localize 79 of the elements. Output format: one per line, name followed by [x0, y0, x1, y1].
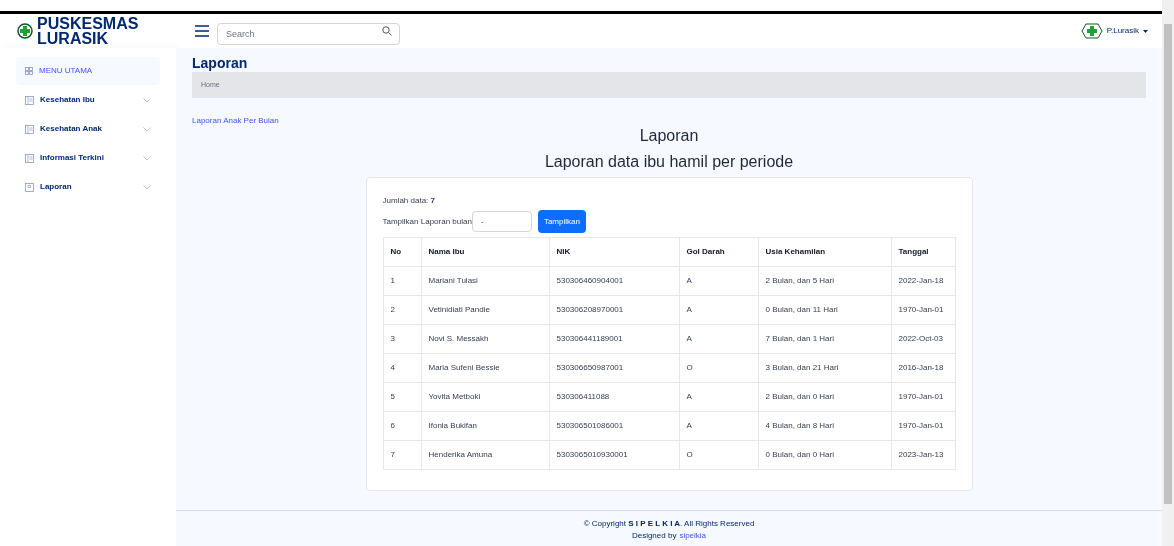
table-cell: O: [679, 353, 758, 383]
column-header: Gol Darah: [679, 237, 758, 267]
table-cell: 2 Bulan, dan 0 Hari: [758, 382, 891, 412]
chevron-down-icon: [143, 126, 151, 132]
table-cell: A: [679, 266, 758, 296]
table-cell: 4 Bulan, dan 8 Hari: [758, 411, 891, 441]
layout-icon: [25, 153, 34, 163]
table-cell: 530306411088: [549, 382, 679, 412]
column-header: No: [383, 237, 421, 267]
sidebar-heading[interactable]: MENU UTAMA: [16, 57, 160, 85]
caret-icon[interactable]: [1143, 29, 1148, 33]
table-cell: 0 Bulan, dan 11 Hari: [758, 295, 891, 325]
table-cell: 2023-Jan-13: [891, 440, 955, 470]
table-cell: 5303065010930001: [549, 440, 679, 470]
table-cell: Vetinidiati Pandie: [421, 295, 549, 325]
search-icon[interactable]: [382, 26, 392, 36]
table-cell: 6: [383, 411, 421, 441]
table-cell: 1: [383, 266, 421, 296]
table-cell: 1970-Jan-01: [891, 295, 955, 325]
table-cell: 3: [383, 324, 421, 354]
cross-logo-icon: [1080, 23, 1103, 39]
table-cell: 530306650987001: [549, 353, 679, 383]
table-cell: 1970-Jan-01: [891, 411, 955, 441]
column-header: Nama Ibu: [421, 237, 549, 267]
show-button[interactable]: Tampilkan: [537, 210, 586, 233]
table-cell: 0 Bulan, dan 0 Hari: [758, 440, 891, 470]
filter-label: Tampilkan Laporan bulan: [382, 215, 472, 228]
table-cell: Ifonia Bukifan: [421, 411, 549, 441]
table-cell: 7 Bulan, dan 1 Hari: [758, 324, 891, 354]
layout-icon: [25, 95, 34, 105]
table-cell: Maria Sufeni Bessie: [421, 353, 549, 383]
menu-icon[interactable]: [195, 25, 209, 37]
table-cell: 2 Bulan, dan 5 Hari: [758, 266, 891, 296]
report-subheading: Laporan data ibu hamil per periode: [543, 152, 795, 172]
table-cell: 3 Bulan, dan 21 Hari: [758, 353, 891, 383]
user-name[interactable]: P.Lurasik: [1106, 25, 1139, 37]
table-cell: 4: [383, 353, 421, 383]
table-cell: 2: [383, 295, 421, 325]
grid-icon: [25, 67, 33, 75]
table-cell: 2022-Oct-03: [891, 324, 955, 354]
table-cell: 530306501086001: [549, 411, 679, 441]
cross-logo-icon: [17, 23, 33, 39]
table-cell: Novi S. Messakh: [421, 324, 549, 354]
scrollbar[interactable]: [1162, 0, 1174, 546]
search-field[interactable]: Search: [217, 23, 400, 45]
chevron-down-icon: [143, 97, 151, 103]
column-header: Usia Kehamilan: [758, 237, 891, 267]
table-cell: O: [679, 440, 758, 470]
table-cell: A: [679, 411, 758, 441]
table-cell: A: [679, 324, 758, 354]
report-heading: Laporan: [638, 126, 700, 146]
table-cell: 530306460904001: [549, 266, 679, 296]
table-cell: 5: [383, 382, 421, 412]
column-header: Tanggal: [891, 237, 955, 267]
brand-name: PUSKESMAS LURASIK: [37, 16, 140, 46]
chevron-down-icon: [143, 155, 151, 161]
table-cell: 530306208970001: [549, 295, 679, 325]
data-count: Jumlah data: 7: [382, 195, 436, 207]
copyright-text: © Copyright S I P E L K I A. All Rights Reserved: [583, 519, 755, 529]
chevron-down-icon: [143, 184, 151, 190]
table-cell: Yovita Metboki: [421, 382, 549, 412]
user-menu[interactable]: P.Lurasik: [1080, 23, 1148, 39]
table-cell: Mariani Tulasi: [421, 266, 549, 296]
table-cell: 2016-Jan-18: [891, 353, 955, 383]
column-header: NIK: [549, 237, 679, 267]
table-cell: 7: [383, 440, 421, 470]
document-icon: [25, 182, 34, 192]
layout-icon: [25, 124, 34, 134]
table-cell: 530306441189001: [549, 324, 679, 354]
table-cell: 2022-Jan-18: [891, 266, 955, 296]
designer-link[interactable]: sipelkia: [679, 531, 707, 541]
table-cell: A: [679, 382, 758, 412]
designed-by-text: Designed by: [631, 531, 677, 541]
table-cell: Henderika Amuna: [421, 440, 549, 470]
page-title: Laporan: [192, 54, 249, 72]
report-link[interactable]: Laporan Anak Per Bulan: [192, 116, 279, 125]
table-cell: 1970-Jan-01: [891, 382, 955, 412]
table-cell: A: [679, 295, 758, 325]
month-field[interactable]: -: [471, 211, 532, 232]
